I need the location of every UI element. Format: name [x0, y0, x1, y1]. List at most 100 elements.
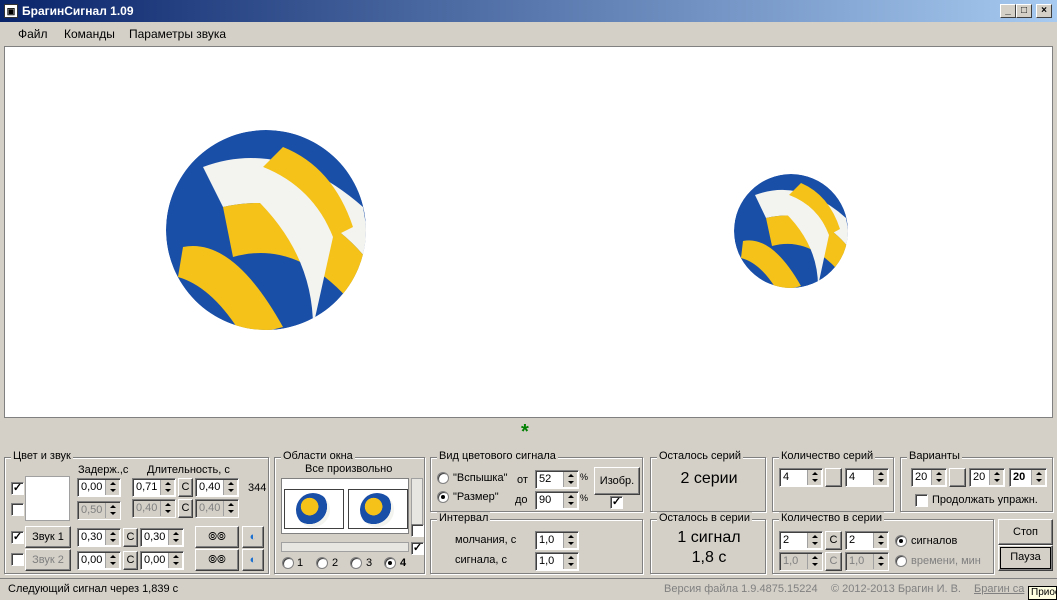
in-series-title: Количество в серии [779, 512, 885, 524]
delay2-spin[interactable]: 0,50 [77, 501, 121, 520]
dur2a-spin[interactable]: 0,40 [132, 499, 176, 518]
variants-max-spin[interactable]: 20 [969, 468, 1005, 487]
sound1-dur-spin[interactable]: 0,30 [140, 528, 184, 547]
delay-header: Задерж.,с [78, 464, 129, 476]
area-radio-2-label: 2 [332, 557, 339, 569]
in-series-group: Количество в серии 2 C 2 1,0 C 1,0 сигна… [772, 512, 994, 574]
color1-checkbox[interactable]: ✓ [11, 482, 24, 495]
delay1-spin[interactable]: 0,00 [77, 478, 121, 497]
remaining-time-value: 1,8 с [691, 549, 727, 566]
continue-checkbox[interactable] [915, 494, 928, 507]
interval-title: Интервал [437, 512, 491, 524]
remaining-series-title: Осталось серий [657, 450, 744, 462]
maximize-button[interactable]: □ [1016, 4, 1032, 18]
dur1a-spin[interactable]: 0,71 [132, 478, 176, 497]
series-min-spin[interactable]: 4 [779, 468, 823, 487]
area-radio-1-label: 1 [297, 557, 304, 569]
author-site-link[interactable]: Брагин са [974, 583, 1024, 595]
image-checkbox[interactable]: ✓ [610, 496, 623, 509]
menu-file[interactable]: Файл [18, 27, 48, 41]
pause-button[interactable]: Пауза [998, 545, 1053, 571]
menu-sound-params[interactable]: Параметры звука [129, 27, 226, 41]
area-radio-3-label: 3 [366, 557, 373, 569]
area-left-ball-icon [296, 493, 330, 527]
areas-checkbox[interactable]: ✓ [411, 542, 424, 555]
minimize-button[interactable]: _ [1000, 4, 1016, 18]
menu-commands[interactable]: Команды [64, 27, 115, 41]
signal-interval-spin[interactable]: 1,0 [535, 552, 579, 571]
in-series-time-max-spin[interactable]: 1,0 [845, 552, 889, 571]
sound2-settings-icon[interactable]: ◐ [242, 549, 264, 571]
pct-label-2: % [580, 493, 589, 503]
sound1-play-icon[interactable]: ⦾⦾ [195, 526, 239, 548]
signals-label: сигналов [911, 535, 958, 547]
time-label: времени, мин [911, 555, 981, 567]
image-button[interactable]: Изобр. [594, 467, 640, 495]
size-to-spin[interactable]: 90 [535, 491, 579, 510]
areas-hscroll[interactable] [281, 542, 409, 552]
in-series-time-min-spin[interactable]: 1,0 [779, 552, 823, 571]
dur1b-spin[interactable]: 0,40 [195, 478, 239, 497]
size-from-spin[interactable]: 52 [535, 470, 579, 489]
color2-checkbox[interactable] [11, 503, 24, 516]
in-series-c-button[interactable]: C [825, 531, 842, 550]
in-series-c2-button[interactable]: C [825, 552, 842, 571]
signals-radio[interactable] [895, 535, 907, 547]
flash-label: "Вспышка" [453, 472, 508, 484]
sound2-play-icon[interactable]: ⦾⦾ [195, 549, 239, 571]
color1-swatch[interactable] [25, 476, 70, 521]
window-title: БрагинСигнал 1.09 [22, 4, 134, 18]
sound2-checkbox[interactable] [11, 553, 24, 566]
remaining-in-series-title: Осталось в серии [657, 512, 752, 524]
variants-link-button[interactable] [949, 468, 966, 487]
signal-marker: * [521, 421, 529, 443]
sound1-c-button[interactable]: C [123, 528, 138, 547]
size-radio[interactable] [437, 491, 449, 503]
area-radio-4[interactable] [384, 557, 396, 569]
in-series-max-spin[interactable]: 2 [845, 531, 889, 550]
dur1-c-button[interactable]: C [178, 478, 193, 497]
variants-select[interactable]: 20 [1009, 468, 1047, 487]
color-sound-title: Цвет и звук [11, 450, 73, 462]
signal-interval-label: сигнала, с [455, 554, 507, 566]
sound2-delay-spin[interactable]: 0,00 [77, 551, 121, 570]
time-radio[interactable] [895, 555, 907, 567]
signal-type-group: Вид цветового сигнала "Вспышка" "Размер"… [430, 450, 643, 512]
area-right-ball-icon [360, 493, 394, 527]
area-radio-2[interactable] [316, 557, 328, 569]
sound1-delay-spin[interactable]: 0,30 [77, 528, 121, 547]
flash-radio[interactable] [437, 472, 449, 484]
sound1-settings-icon[interactable]: ◐ [242, 526, 264, 548]
in-series-min-spin[interactable]: 2 [779, 531, 823, 550]
to-label: до [515, 494, 528, 506]
signal-count: 344 [248, 482, 267, 494]
dur2-c-button[interactable]: C [178, 499, 193, 518]
color-sound-group: Цвет и звук Задерж.,с Длительность, с ✓ … [4, 450, 269, 574]
variants-min-spin[interactable]: 20 [911, 468, 947, 487]
areas-preview[interactable] [281, 478, 409, 534]
signal-canvas[interactable] [4, 46, 1053, 418]
stop-button[interactable]: Стоп [998, 519, 1053, 545]
sound2-button[interactable]: Звук 2 [25, 549, 71, 571]
sound2-dur-spin[interactable]: 0,00 [140, 551, 184, 570]
sound1-checkbox[interactable]: ✓ [11, 531, 24, 544]
series-max-spin[interactable]: 4 [845, 468, 889, 487]
areas-subtitle: Все произвольно [305, 463, 393, 475]
dur2b-spin[interactable]: 0,40 [195, 499, 239, 518]
interval-group: Интервал молчания, с сигнала, с 1,0 1,0 [430, 512, 643, 574]
area-radio-1[interactable] [282, 557, 294, 569]
sound1-button[interactable]: Звук 1 [25, 526, 71, 548]
areas-title: Области окна [281, 450, 355, 462]
silence-spin[interactable]: 1,0 [535, 531, 579, 550]
copyright-status: © 2012-2013 Брагин И. В. [831, 583, 961, 595]
close-button[interactable]: × [1036, 4, 1052, 18]
areas-checkbox-top[interactable] [411, 524, 424, 537]
areas-group: Области окна Все произвольно ✓ 1 2 3 4 [274, 450, 425, 574]
signal-type-title: Вид цветового сигнала [437, 450, 558, 462]
area-radio-4-label: 4 [400, 557, 407, 569]
area-radio-3[interactable] [350, 557, 362, 569]
remaining-series-group: Осталось серий 2 серии [650, 450, 766, 512]
series-link-button[interactable] [825, 468, 842, 487]
next-signal-status: Следующий сигнал через 1,839 с [8, 583, 179, 595]
sound2-c-button[interactable]: C [123, 551, 138, 570]
